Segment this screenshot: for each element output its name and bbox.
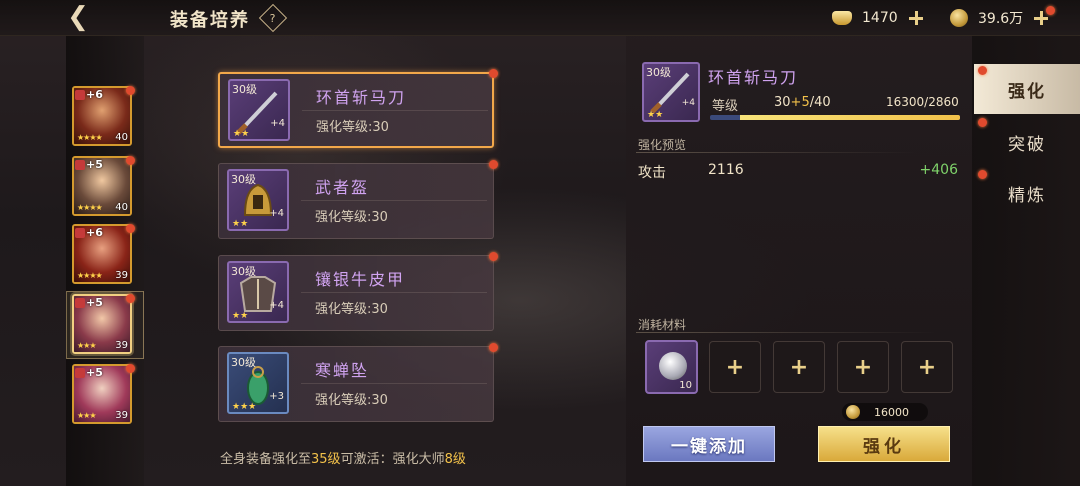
hero-card-selected[interactable]: +5 ★★★ 39 xyxy=(72,294,132,354)
equipment-name: 环首斩马刀 xyxy=(316,88,407,107)
enhance-level: 强化等级:30 xyxy=(315,210,388,225)
detail-equipment-name: 环首斩马刀 xyxy=(708,68,799,87)
auto-add-button[interactable]: 一键添加 xyxy=(643,426,775,462)
plus-icon: + xyxy=(853,354,873,380)
notification-dot xyxy=(489,160,498,169)
cost-display: 16000 xyxy=(842,403,928,421)
ingot-amount: 1470 xyxy=(862,10,898,26)
enhance-level: 强化等级:30 xyxy=(316,120,389,135)
material-slot-empty[interactable]: + xyxy=(901,341,953,393)
master-hint: 全身装备强化至35级可激活：强化大师8级 xyxy=(220,452,466,467)
coin-icon xyxy=(950,9,968,27)
equipment-card-armor[interactable]: 30级 +4 ★★ 镶银牛皮甲 强化等级:30 xyxy=(218,255,494,331)
ingot-currency: 1470 xyxy=(832,7,924,29)
top-bar: ❮ 装备培养 ? 1470 39.6万 xyxy=(0,0,1080,36)
coin-amount: 39.6万 xyxy=(978,11,1024,27)
exp-progress-fill xyxy=(740,115,960,120)
exp-progress-bar xyxy=(710,115,960,120)
divider xyxy=(636,332,936,333)
stone-icon xyxy=(659,352,687,380)
page-title: 装备培养 xyxy=(170,10,250,31)
back-arrow-icon[interactable]: ❮ xyxy=(58,2,98,32)
notification-dot xyxy=(489,343,498,352)
equipment-name: 武者盔 xyxy=(315,178,370,197)
plus-icon: + xyxy=(725,354,745,380)
tab-enhance[interactable]: 强化 xyxy=(974,64,1080,114)
tab-refine[interactable]: 精炼 xyxy=(974,168,1080,218)
cicada-pendant-icon: 30级 +3 ★★★ xyxy=(227,352,289,414)
notification-dot xyxy=(1046,6,1055,15)
notification-dot xyxy=(126,294,135,303)
notification-dot xyxy=(489,69,498,78)
helmet-icon: 30级 +4 ★★ xyxy=(227,169,289,231)
gold-ingot-icon xyxy=(832,11,852,25)
notification-dot xyxy=(126,156,135,165)
hero-card[interactable]: +6 ★★★★ 39 xyxy=(72,224,132,284)
enhance-level: 强化等级:30 xyxy=(315,393,388,408)
add-ingot-button[interactable] xyxy=(908,10,924,26)
material-slot-empty[interactable]: + xyxy=(773,341,825,393)
equipment-card-helmet[interactable]: 30级 +4 ★★ 武者盔 强化等级:30 xyxy=(218,163,494,239)
hero-card[interactable]: +6 ★★★★ 40 xyxy=(72,86,132,146)
hero-list: +6 ★★★★ 40 +5 ★★★★ 40 +6 ★★★★ 39 +5 ★★★ … xyxy=(66,36,144,486)
notification-dot xyxy=(978,170,987,179)
material-slot-empty[interactable]: + xyxy=(709,341,761,393)
notification-dot xyxy=(126,364,135,373)
exp-text: 16300/2860 xyxy=(886,95,959,109)
equipment-card-accessory[interactable]: 30级 +3 ★★★ 寒蝉坠 强化等级:30 xyxy=(218,346,494,422)
material-slot-empty[interactable]: + xyxy=(837,341,889,393)
equipment-name: 镶银牛皮甲 xyxy=(315,270,406,289)
attack-increase: +406 xyxy=(919,162,958,178)
equipment-name: 寒蝉坠 xyxy=(315,361,370,380)
level-value: 30+5/40 xyxy=(774,95,831,110)
plus-icon: + xyxy=(789,354,809,380)
notification-dot xyxy=(978,118,987,127)
notification-dot xyxy=(126,86,135,95)
attack-label: 攻击 xyxy=(638,165,666,181)
plus-icon: + xyxy=(917,354,937,380)
hero-card[interactable]: +5 ★★★ 39 xyxy=(72,364,132,424)
notification-dot xyxy=(126,224,135,233)
materials-label: 消耗材料 xyxy=(638,318,687,332)
blade-icon: 30级 +4 ★★ xyxy=(228,79,290,141)
equipment-card-weapon[interactable]: 30级 +4 ★★ 环首斩马刀 强化等级:30 xyxy=(218,72,494,148)
divider xyxy=(636,152,916,153)
armor-icon: 30级 +4 ★★ xyxy=(227,261,289,323)
coin-icon xyxy=(846,405,860,419)
enhance-level: 强化等级:30 xyxy=(315,302,388,317)
enhance-button[interactable]: 强化 xyxy=(818,426,950,462)
question-diamond-icon[interactable]: ? xyxy=(258,3,288,33)
notification-dot xyxy=(489,252,498,261)
preview-label: 强化预览 xyxy=(638,138,687,152)
tab-breakthrough[interactable]: 突破 xyxy=(974,117,1080,167)
enhance-stone-slot[interactable]: 10 xyxy=(645,340,698,394)
level-label: 等级 xyxy=(712,99,739,114)
blade-icon: 30级 +4 ★★ xyxy=(642,62,700,122)
hero-card[interactable]: +5 ★★★★ 40 xyxy=(72,156,132,216)
attack-value: 2116 xyxy=(708,162,744,178)
coin-currency: 39.6万 xyxy=(950,7,1049,29)
notification-dot xyxy=(978,66,987,75)
